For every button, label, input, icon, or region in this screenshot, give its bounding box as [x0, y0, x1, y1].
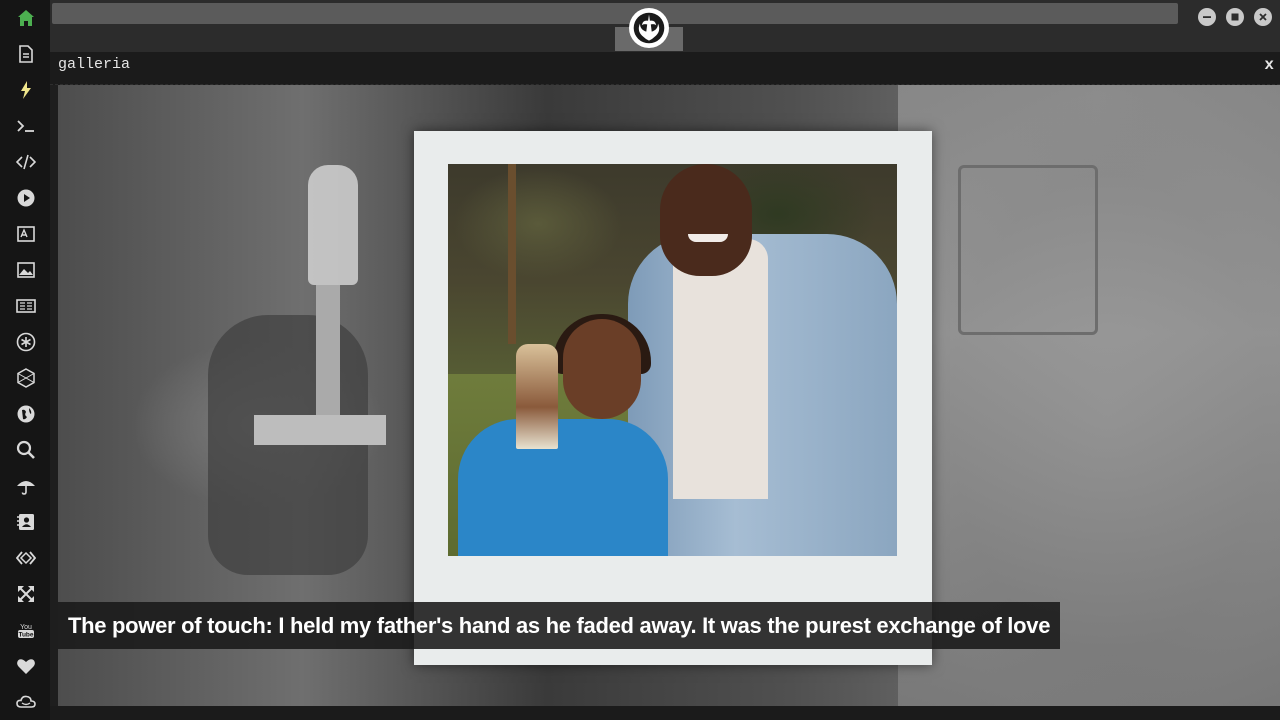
maximize-button[interactable] [1226, 8, 1244, 26]
play-icon[interactable] [13, 185, 39, 211]
svg-text:You: You [20, 624, 32, 631]
search-icon[interactable] [13, 437, 39, 463]
image-caption: The power of touch: I held my father's h… [58, 602, 1061, 649]
close-window-button[interactable] [1254, 8, 1272, 26]
bottom-strip [50, 706, 1280, 720]
home-icon[interactable] [13, 5, 39, 31]
svg-text:Tube: Tube [18, 632, 33, 639]
photo-man-smile [688, 234, 728, 242]
photo-trophy [516, 344, 558, 449]
contact-icon[interactable] [13, 509, 39, 535]
panel-header: galleria x [50, 52, 1280, 85]
panel-close-button[interactable]: x [1264, 56, 1274, 74]
minimize-button[interactable] [1198, 8, 1216, 26]
terminal-icon[interactable] [13, 113, 39, 139]
heart-icon[interactable] [13, 653, 39, 679]
umbrella-icon[interactable] [13, 473, 39, 499]
image-icon[interactable] [13, 257, 39, 283]
background-image-hand [208, 315, 368, 575]
globe-icon[interactable] [13, 401, 39, 427]
caption-text: The power of touch: I held my father's h… [68, 612, 1051, 638]
photo-man-head [660, 164, 752, 276]
background-image-trophy [316, 285, 340, 425]
youtube-icon[interactable]: You Tube [13, 617, 39, 643]
gallery-photo[interactable] [448, 164, 897, 556]
lightning-icon[interactable] [13, 77, 39, 103]
expand-icon[interactable] [13, 581, 39, 607]
background-image-trophy-base [254, 415, 386, 445]
translate-icon[interactable] [13, 221, 39, 247]
sidebar: You Tube [0, 0, 50, 720]
code-icon[interactable] [13, 149, 39, 175]
photo-post [508, 164, 516, 344]
asterisk-icon[interactable] [13, 329, 39, 355]
document-icon[interactable] [13, 41, 39, 67]
photo-man-shirt [673, 239, 768, 499]
title-bar [50, 0, 1280, 52]
polaroid-frame [414, 131, 932, 665]
dev-icon[interactable] [13, 545, 39, 571]
photo-girl-shirt [458, 419, 668, 556]
rebel-alliance-logo [629, 8, 669, 48]
cloud-icon[interactable] [13, 689, 39, 715]
photo-girl-head [563, 319, 641, 419]
hexagon-icon[interactable] [13, 365, 39, 391]
panel-title: galleria [58, 56, 131, 73]
background-image-trophy-figure [308, 165, 358, 285]
news-icon[interactable] [13, 293, 39, 319]
background-image-pocket [958, 165, 1098, 335]
address-bar[interactable] [52, 3, 1178, 24]
